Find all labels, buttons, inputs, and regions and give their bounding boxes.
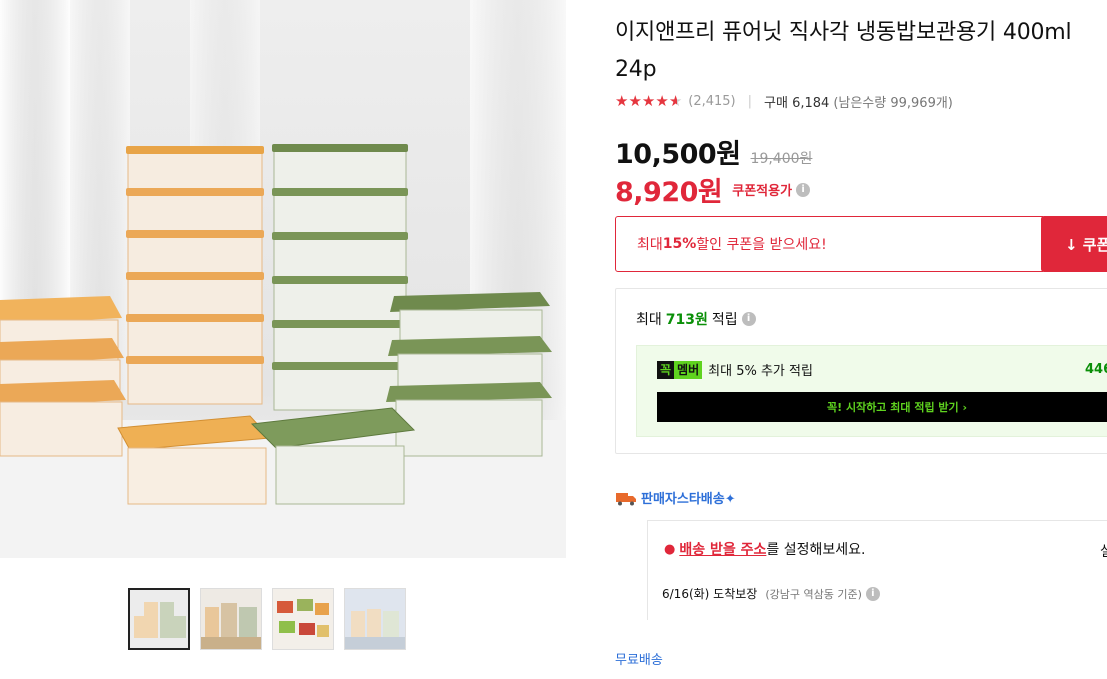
remaining-quantity: (남은수량 99,969개) [833, 96, 953, 111]
points-amount: 713원 [665, 312, 708, 328]
arrival-row: 6/16(화) 도착보장 (강남구 역삼동 기준) i [662, 585, 880, 602]
thumbnail-3-image [273, 589, 333, 649]
delivery-type: 판매자스타배송✦ [615, 488, 736, 507]
points-box: 최대 713원 적립 i 꼭멤버 최대 5% 추가 적립 446 꼭! 시작하고… [615, 288, 1107, 454]
thumbnail-list [128, 588, 406, 650]
points-title: 최대 713원 적립 i [636, 309, 756, 329]
rating-stars[interactable]: ★ ★ ★ ★ ★ [615, 94, 682, 109]
address-link[interactable]: 배송 받을 주소 [679, 539, 766, 559]
divider: | [747, 94, 753, 109]
points-suffix: 적립 [711, 312, 738, 328]
coupon-percent: 15% [662, 236, 697, 252]
star-icon: ★ [615, 92, 629, 110]
member-row: 꼭 멤버 최대 5% 추가 적립 [657, 360, 813, 379]
coupon-suffix: 할인 쿠폰을 받으세요! [696, 237, 827, 253]
address-setting-button[interactable]: 설 [1100, 541, 1107, 561]
kkok-member-badge: 꼭 멤버 [657, 360, 703, 379]
member-amount: 446 [1085, 362, 1107, 377]
rating-row: ★ ★ ★ ★ ★ (2,415) | 구매 6,184 (남은수량 99,96… [615, 92, 953, 112]
sale-price: 10,500원 [615, 139, 741, 170]
containers-photo [0, 0, 566, 558]
coupon-prefix: 최대 [637, 237, 663, 253]
coupon-banner[interactable]: 최대 15% 할인 쿠폰을 받으세요! [615, 216, 1043, 272]
thumbnail-4-image [345, 589, 405, 649]
points-prefix: 최대 [636, 312, 662, 328]
star-icon: ★ [655, 92, 669, 110]
info-icon[interactable]: i [741, 312, 756, 326]
thumbnail-3[interactable] [272, 588, 334, 650]
coupon-price-label: 쿠폰적용가 [732, 184, 793, 199]
arrival-note: (강남구 역삼동 기준) [765, 587, 862, 601]
original-price: 19,400원 [750, 151, 813, 167]
sold-count: 구매 6,184 [764, 96, 830, 111]
address-box: ● 배송 받을 주소 를 설정해보세요. 설 6/16(화) 도착보장 (강남구… [647, 520, 1107, 620]
member-cta-button[interactable]: 꼭! 시작하고 최대 적립 받기 › [657, 392, 1107, 422]
delivery-type-label: 판매자스타배송✦ [641, 492, 736, 507]
thumbnail-2-image [201, 589, 261, 649]
product-title: 이지앤프리 퓨어닛 직사각 냉동밥보관용기 400ml 24p [615, 20, 1072, 82]
badge-left: 꼭 [657, 360, 675, 379]
main-product-image[interactable] [0, 0, 566, 558]
thumbnail-2[interactable] [200, 588, 262, 650]
member-text: 최대 5% 추가 적립 [708, 364, 813, 379]
free-shipping-label: 무료배송 [615, 653, 663, 668]
star-icon: ★ [641, 92, 656, 110]
badge-right: 멤버 [674, 360, 703, 379]
address-suffix: 를 설정해보세요. [766, 542, 866, 558]
info-icon[interactable]: i [796, 182, 811, 197]
address-row: ● 배송 받을 주소 를 설정해보세요. [664, 539, 865, 559]
thumbnail-1[interactable] [128, 588, 190, 650]
coupon-download-button[interactable]: ↓ 쿠폰 [1041, 216, 1107, 272]
coupon-price: 8,920원 [615, 177, 723, 208]
location-pin-icon: ● [664, 541, 676, 557]
price-row: 10,500원 19,400원 [615, 132, 812, 171]
star-icon: ★ [628, 92, 642, 110]
arrival-date: 6/16(화) 도착보장 [662, 587, 758, 601]
info-icon[interactable]: i [865, 586, 880, 601]
member-box: 꼭멤버 최대 5% 추가 적립 446 꼭! 시작하고 최대 적립 받기 › [636, 345, 1107, 437]
truck-icon [616, 492, 636, 505]
thumbnail-1-image [130, 590, 188, 648]
thumbnail-4[interactable] [344, 588, 406, 650]
coupon-price-row: 8,920원 쿠폰적용가 i [615, 170, 811, 209]
review-count[interactable]: (2,415) [688, 94, 735, 109]
star-half-icon: ★ [668, 92, 683, 110]
